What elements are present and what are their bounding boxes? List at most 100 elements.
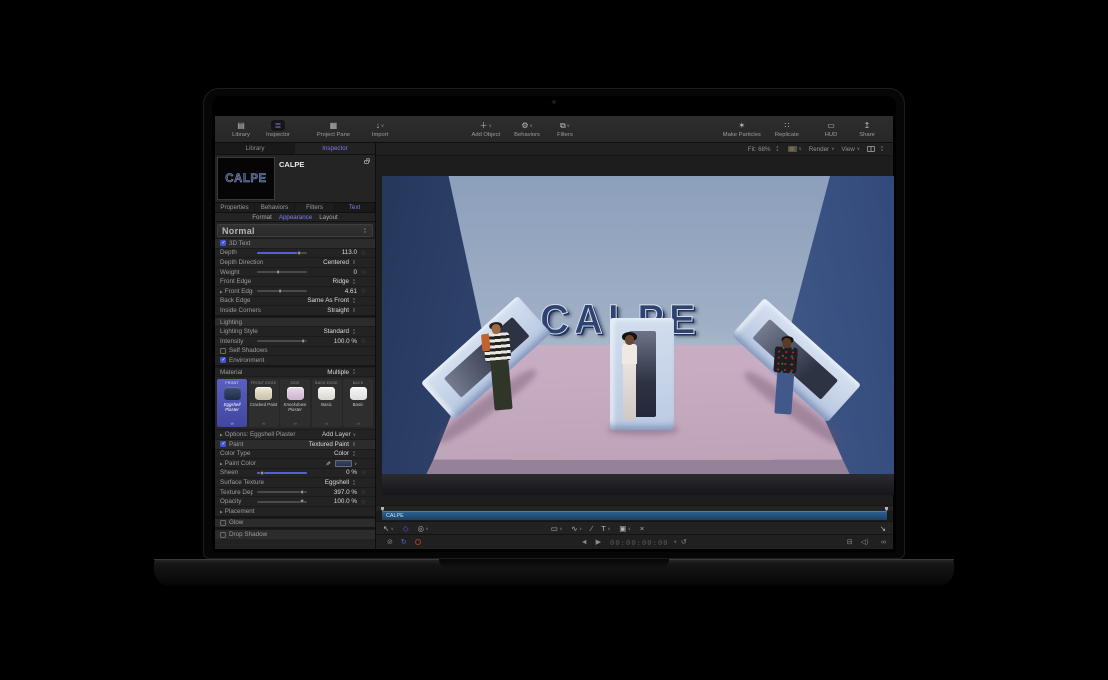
link-icon[interactable]: ∞: [231, 421, 234, 426]
line-tool[interactable]: ∕: [591, 524, 592, 533]
link-icon[interactable]: ∞: [294, 421, 297, 426]
material-card-front[interactable]: FRONT Eggshell Plaster ∞: [217, 379, 247, 427]
subtab-layout[interactable]: Layout: [319, 214, 338, 221]
link-icon[interactable]: ∞: [325, 421, 328, 426]
text-tool[interactable]: T∨: [601, 524, 610, 533]
material-popup[interactable]: Multiple: [303, 369, 349, 376]
front-edge-size-slider[interactable]: [257, 290, 307, 292]
paint-color-well[interactable]: [335, 460, 352, 467]
import-button[interactable]: ↓∨ Import: [369, 117, 391, 142]
select-tool[interactable]: ↖∨: [383, 524, 394, 533]
off-tool[interactable]: ×: [640, 524, 644, 533]
fit-zoom-popup[interactable]: Fit: 68%: [748, 146, 781, 153]
intensity-slider[interactable]: [257, 340, 307, 342]
chevron-down-icon[interactable]: ∨: [674, 539, 677, 545]
disclosure-triangle-icon[interactable]: Front Edge Size: [220, 288, 253, 295]
library-button[interactable]: ▤ Library: [230, 117, 252, 142]
weight-slider[interactable]: [257, 271, 307, 273]
channels-popup[interactable]: ∨: [788, 146, 802, 152]
project-pane-button[interactable]: ▦ Project Pane: [317, 117, 350, 142]
audio-mute-icon[interactable]: ⊘: [387, 538, 393, 546]
keyframe-icon[interactable]: ◇: [357, 269, 370, 275]
glow-checkbox[interactable]: [220, 520, 226, 526]
link-icon[interactable]: ∞: [881, 539, 886, 546]
keyframe-icon[interactable]: ◇: [357, 250, 370, 256]
texture-depth-slider[interactable]: [257, 491, 307, 493]
resize-handle-icon[interactable]: ↘: [880, 524, 886, 533]
subtab-format[interactable]: Format: [252, 214, 272, 221]
filters-button[interactable]: ⧉∨ Filters: [554, 117, 576, 142]
mini-timeline[interactable]: [376, 505, 893, 511]
keyframe-icon[interactable]: ◇: [357, 470, 370, 476]
audio-icon[interactable]: ◁）: [861, 537, 873, 547]
sheen-slider[interactable]: [257, 472, 307, 474]
playback-options-icon[interactable]: ↺: [681, 538, 687, 546]
layout-popup[interactable]: [867, 146, 885, 152]
material-card-side[interactable]: SIDE Knockdown Plaster ∞: [280, 379, 310, 427]
add-object-button[interactable]: ＋∨ Add Object: [471, 117, 500, 142]
pane-tab-inspector[interactable]: Inspector: [295, 143, 375, 154]
link-icon[interactable]: ∞: [357, 421, 360, 426]
back-edge-popup[interactable]: Same As Front: [303, 297, 349, 304]
self-shadows-checkbox[interactable]: [220, 348, 226, 354]
style-preset-dropdown[interactable]: Normal: [217, 224, 373, 237]
link-icon[interactable]: ∞: [262, 421, 265, 426]
disclosure-triangle-icon[interactable]: Paint Color: [220, 460, 325, 467]
keyframe-icon[interactable]: ◇: [357, 499, 370, 505]
view-popup[interactable]: View∨: [841, 146, 860, 153]
rectangle-tool[interactable]: ▭∨: [551, 524, 563, 533]
tab-filters[interactable]: Filters: [295, 203, 335, 212]
hud-button[interactable]: ▭ HUD: [820, 117, 842, 142]
viewport[interactable]: CALPE: [376, 156, 893, 505]
mask-tool[interactable]: ▣∨: [619, 524, 631, 533]
tab-text[interactable]: Text: [335, 203, 375, 212]
keyframe-icon[interactable]: ◇: [357, 288, 370, 294]
chevron-down-icon[interactable]: ∨: [354, 461, 357, 466]
loop-playback-icon[interactable]: ↻: [401, 538, 407, 546]
lighting-style-popup[interactable]: Standard: [303, 328, 349, 335]
opacity-slider[interactable]: [257, 501, 307, 503]
front-edge-popup[interactable]: Ridge: [303, 278, 349, 285]
pan-tool[interactable]: ◎∨: [418, 524, 429, 533]
paint-checkbox[interactable]: [220, 441, 226, 447]
inspector-button[interactable]: ≣ Inspector: [266, 117, 290, 142]
play-range-out-marker[interactable]: [885, 507, 888, 511]
bezier-tool[interactable]: ∿∨: [571, 524, 582, 533]
go-to-start-button[interactable]: ◄: [581, 539, 588, 546]
depth-direction-popup[interactable]: Centered: [303, 259, 349, 266]
pane-tab-library[interactable]: Library: [215, 143, 295, 154]
subtab-appearance[interactable]: Appearance: [279, 214, 312, 221]
inside-corners-popup[interactable]: Straight: [303, 307, 349, 314]
behaviors-button[interactable]: ⚙∨ Behaviors: [514, 117, 540, 142]
show-timeline-icon[interactable]: ⊟: [847, 538, 853, 546]
add-layer-button[interactable]: Add Layer: [322, 431, 351, 438]
depth-slider[interactable]: [257, 252, 307, 254]
paint-type-popup[interactable]: Textured Paint: [303, 441, 349, 448]
surface-texture-popup[interactable]: Eggshell: [303, 479, 349, 486]
environment-checkbox[interactable]: [220, 357, 226, 363]
3d-text-checkbox[interactable]: [220, 240, 226, 246]
timeline-track-calpe[interactable]: CALPE: [382, 511, 887, 520]
make-particles-button[interactable]: ✶ Make Particles: [723, 117, 761, 142]
replicate-button[interactable]: ∷ Replicate: [775, 117, 799, 142]
canvas-image[interactable]: CALPE: [382, 176, 894, 495]
eyedropper-icon[interactable]: ✎: [324, 461, 331, 466]
color-type-popup[interactable]: Color: [303, 450, 349, 457]
lock-icon[interactable]: [364, 160, 369, 164]
material-card-back[interactable]: BACK Basic ∞: [343, 379, 373, 427]
keyframe-icon[interactable]: ◇: [357, 489, 370, 495]
disclosure-triangle-icon[interactable]: Placement: [220, 508, 370, 515]
play-range-in-marker[interactable]: [381, 507, 384, 511]
transform-tool[interactable]: ◇: [403, 524, 409, 533]
share-button[interactable]: ↥ Share: [856, 117, 878, 142]
tab-behaviors[interactable]: Behaviors: [255, 203, 295, 212]
disclosure-triangle-icon[interactable]: Options: Eggshell Plaster: [220, 431, 322, 438]
record-button[interactable]: [415, 539, 421, 545]
render-popup[interactable]: Render∨: [809, 146, 835, 153]
keyframe-icon[interactable]: ◇: [357, 338, 370, 344]
drop-shadow-checkbox[interactable]: [220, 532, 226, 538]
material-card-front-edge[interactable]: FRONT EDGE Cracked Paint ∞: [249, 379, 279, 427]
material-card-back-edge[interactable]: BACK EDGE Basic ∞: [312, 379, 342, 427]
tab-properties[interactable]: Properties: [215, 203, 255, 212]
play-button[interactable]: ▶: [596, 538, 601, 546]
